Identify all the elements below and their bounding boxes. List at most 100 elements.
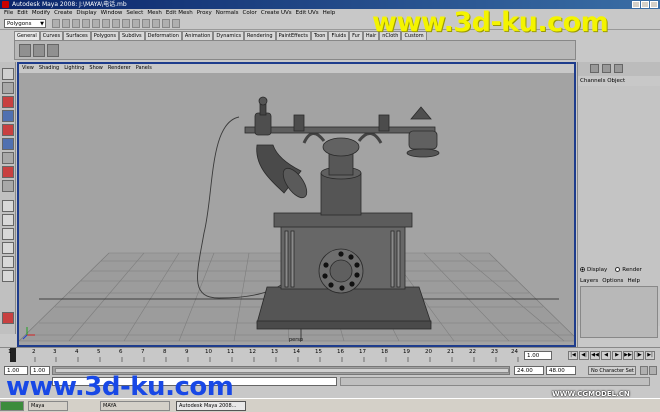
shelf-tab-dynamics[interactable]: Dynamics <box>213 31 245 40</box>
play-forward-button[interactable]: ▶ <box>612 351 622 360</box>
menu-create[interactable]: Create <box>54 9 72 18</box>
panel-menu-panels[interactable]: Panels <box>136 64 152 73</box>
shelf-tab-fur[interactable]: Fur <box>349 31 363 40</box>
minimize-button[interactable] <box>632 1 640 8</box>
menu-edit-uvs[interactable]: Edit UVs <box>296 9 319 18</box>
new-scene-icon[interactable] <box>52 19 60 28</box>
shelf-tab-deformation[interactable]: Deformation <box>144 31 182 40</box>
snap-grid-icon[interactable] <box>112 19 120 28</box>
menu-display[interactable]: Display <box>76 9 96 18</box>
step-forward-key-button[interactable]: |▶ <box>634 351 644 360</box>
menu-file[interactable]: File <box>4 9 13 18</box>
shelf-tab-general[interactable]: General <box>14 31 40 40</box>
scale-tool-icon[interactable] <box>2 138 14 150</box>
step-back-frame-button[interactable]: ◀◀ <box>590 351 600 360</box>
layer-menu-layers[interactable]: Layers <box>580 278 598 284</box>
layer-menu-help[interactable]: Help <box>627 278 640 284</box>
taskbar-item-maya-folder[interactable]: MAYA <box>100 401 170 411</box>
four-view-layout-icon[interactable] <box>2 214 14 226</box>
animation-preferences-icon[interactable] <box>649 366 657 375</box>
outliner-layout-icon[interactable] <box>2 270 14 282</box>
shelf-tab-surfaces[interactable]: Surfaces <box>63 31 91 40</box>
persp-graph-layout-icon[interactable] <box>2 242 14 254</box>
layer-list[interactable] <box>580 286 658 338</box>
paint-select-tool-icon[interactable] <box>2 96 14 108</box>
menu-color[interactable]: Color <box>243 9 257 18</box>
perspective-viewport[interactable]: View Shading Lighting Show Renderer Pane… <box>17 62 576 347</box>
panel-menu-renderer[interactable]: Renderer <box>108 64 131 73</box>
last-tool-icon[interactable] <box>2 180 14 192</box>
shelf-tool-icon[interactable] <box>33 44 45 57</box>
shelf-tool-icon[interactable] <box>47 44 59 57</box>
ipr-render-icon[interactable] <box>162 19 170 28</box>
open-scene-icon[interactable] <box>62 19 70 28</box>
select-object-icon[interactable] <box>92 19 100 28</box>
shelf-tab-subdivs[interactable]: Subdivs <box>119 31 145 40</box>
menu-select[interactable]: Select <box>126 9 143 18</box>
menu-mesh[interactable]: Mesh <box>147 9 161 18</box>
snap-curve-icon[interactable] <box>122 19 130 28</box>
maximize-button[interactable] <box>641 1 649 8</box>
menu-edit[interactable]: Edit <box>17 9 28 18</box>
menu-modify[interactable]: Modify <box>32 9 50 18</box>
menu-edit-mesh[interactable]: Edit Mesh <box>166 9 193 18</box>
start-button[interactable] <box>0 401 24 411</box>
panel-menu-lighting[interactable]: Lighting <box>64 64 84 73</box>
play-backward-button[interactable]: ◀ <box>601 351 611 360</box>
close-button[interactable] <box>650 1 658 8</box>
time-slider[interactable]: 1 2 3 4 5 6 7 8 9 10 11 12 13 14 15 16 1… <box>0 347 660 362</box>
shelf-tab-toon[interactable]: Toon <box>310 31 329 40</box>
persp-outliner-layout-icon[interactable] <box>2 228 14 240</box>
channel-box-icon[interactable] <box>614 64 623 73</box>
menu-proxy[interactable]: Proxy <box>197 9 212 18</box>
shelf-tab-animation[interactable]: Animation <box>181 31 214 40</box>
menu-window[interactable]: Window <box>101 9 123 18</box>
snap-point-icon[interactable] <box>132 19 140 28</box>
history-icon[interactable] <box>142 19 150 28</box>
go-to-start-button[interactable]: |◀ <box>568 351 578 360</box>
step-forward-frame-button[interactable]: ▶▶ <box>623 351 633 360</box>
go-to-end-button[interactable]: ▶| <box>645 351 655 360</box>
render-settings-icon[interactable] <box>172 19 180 28</box>
taskbar-item-maya-2008[interactable]: Autodesk Maya 2008... <box>176 401 246 411</box>
menu-create-uvs[interactable]: Create UVs <box>261 9 292 18</box>
script-editor-icon[interactable] <box>2 312 14 324</box>
rotate-tool-icon[interactable] <box>2 124 14 136</box>
playback-end-field[interactable]: 24.00 <box>514 366 544 375</box>
layer-menu-options[interactable]: Options <box>602 278 623 284</box>
tool-settings-icon[interactable] <box>602 64 611 73</box>
single-perspective-layout-icon[interactable] <box>2 200 14 212</box>
render-icon[interactable] <box>152 19 160 28</box>
end-time-field[interactable]: 48.00 <box>546 366 576 375</box>
soft-mod-tool-icon[interactable] <box>2 166 14 178</box>
shelf-tab-polygons[interactable]: Polygons <box>90 31 119 40</box>
panel-menu-shading[interactable]: Shading <box>39 64 59 73</box>
menu-set-dropdown[interactable]: Polygons ▼ <box>4 19 46 28</box>
attribute-editor-icon[interactable] <box>590 64 599 73</box>
channel-box-header[interactable]: Channels Object <box>580 78 625 84</box>
current-frame-field[interactable]: 1.00 <box>524 351 552 360</box>
render-layer-radio[interactable]: Render <box>615 267 642 273</box>
display-layer-radio[interactable]: Display <box>580 267 607 273</box>
lasso-tool-icon[interactable] <box>2 82 14 94</box>
shelf-tab-curves[interactable]: Curves <box>39 31 64 40</box>
shelf-tab-rendering[interactable]: Rendering <box>244 31 276 40</box>
menu-normals[interactable]: Normals <box>216 9 239 18</box>
auto-key-icon[interactable] <box>640 366 648 375</box>
character-set-dropdown[interactable]: No Character Set <box>588 366 636 375</box>
taskbar-item-maya[interactable]: Maya <box>28 401 68 411</box>
hypershade-layout-icon[interactable] <box>2 256 14 268</box>
shelf-tool-icon[interactable] <box>19 44 31 57</box>
step-back-key-button[interactable]: ◀| <box>579 351 589 360</box>
shelf-tab-fluids[interactable]: Fluids <box>328 31 350 40</box>
move-tool-icon[interactable] <box>2 110 14 122</box>
menu-help[interactable]: Help <box>323 9 336 18</box>
manipulator-tool-icon[interactable] <box>2 152 14 164</box>
scene-view[interactable] <box>19 73 574 345</box>
select-tool-icon[interactable] <box>2 68 14 80</box>
panel-menu-show[interactable]: Show <box>89 64 103 73</box>
panel-menu-view[interactable]: View <box>22 64 34 73</box>
select-hierarchy-icon[interactable] <box>82 19 90 28</box>
select-component-icon[interactable] <box>102 19 110 28</box>
shelf-tab-painteffects[interactable]: PaintEffects <box>275 31 311 40</box>
